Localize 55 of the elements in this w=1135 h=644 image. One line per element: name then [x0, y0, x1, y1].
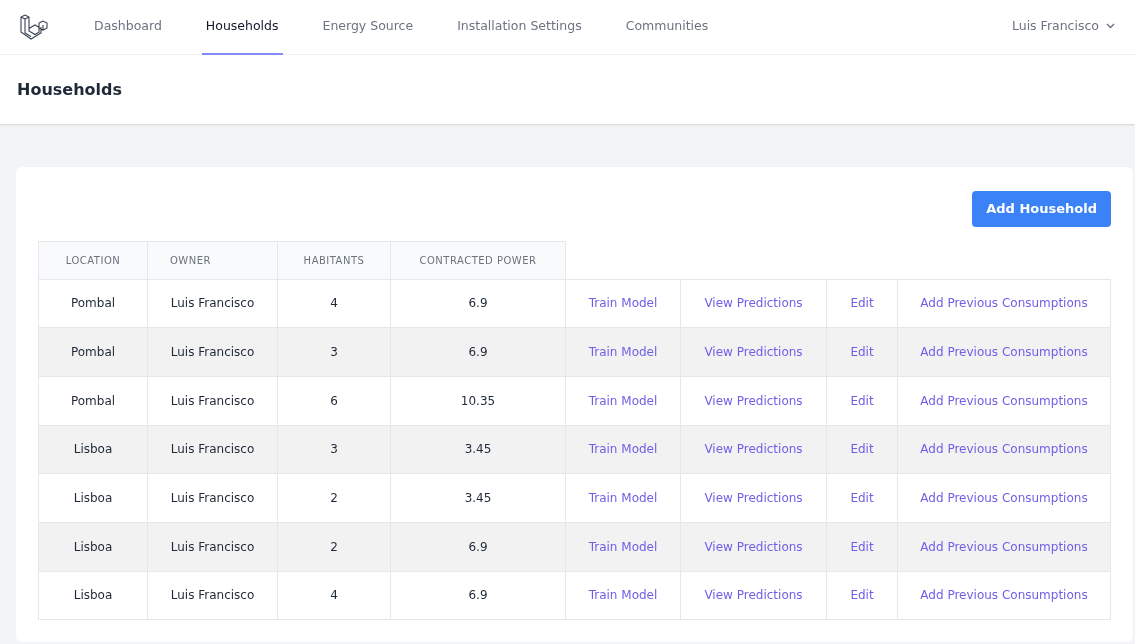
action-link[interactable]: Edit	[850, 296, 874, 311]
page-title: Households	[17, 79, 122, 100]
table-cell: Luis Francisco	[147, 279, 278, 328]
table-cell: Luis Francisco	[147, 473, 278, 523]
table-cell: 6.9	[390, 327, 566, 377]
column-header: HABITANTS	[277, 241, 391, 279]
action-link[interactable]: Edit	[850, 345, 874, 360]
nav-link[interactable]: Installation Settings	[453, 0, 586, 55]
table-cell: Luis Francisco	[147, 425, 278, 474]
table-cell: 3.45	[390, 425, 566, 474]
table-cell: Lisboa	[38, 425, 148, 474]
table-cell: 4	[277, 571, 391, 620]
table-cell: 2	[277, 473, 391, 523]
action-link[interactable]: Train Model	[588, 393, 658, 408]
table-cell: Pombal	[38, 376, 148, 426]
table-cell: 6.9	[390, 279, 566, 328]
action-link[interactable]: Edit	[850, 539, 874, 554]
action-link[interactable]: Train Model	[588, 296, 658, 311]
column-header: LOCATION	[38, 241, 148, 279]
column-header: CONTRACTED POWER	[390, 241, 566, 279]
nav-link[interactable]: Communities	[621, 0, 713, 55]
logo-icon[interactable]	[18, 12, 48, 42]
table-cell: 2	[277, 522, 391, 572]
table-cell: 3	[277, 327, 391, 377]
action-link[interactable]: Train Model	[588, 539, 658, 554]
action-link[interactable]: Edit	[850, 393, 874, 408]
action-link[interactable]: Train Model	[588, 491, 658, 506]
table-cell: Lisboa	[38, 473, 148, 523]
action-link[interactable]: Train Model	[588, 345, 658, 360]
action-link[interactable]: Edit	[850, 442, 874, 457]
table-cell: Pombal	[38, 327, 148, 377]
table-cell: 6.9	[390, 571, 566, 620]
table-cell: Pombal	[38, 279, 148, 328]
table-cell: 6.9	[390, 522, 566, 572]
action-link[interactable]: Train Model	[588, 442, 658, 457]
nav-link[interactable]: Energy Source	[318, 0, 418, 55]
table-cell: 6	[277, 376, 391, 426]
table-cell: 4	[277, 279, 391, 328]
action-link[interactable]: Edit	[850, 588, 874, 603]
table-cell: Luis Francisco	[147, 327, 278, 377]
table-cell: 3	[277, 425, 391, 474]
action-link[interactable]: Edit	[850, 491, 874, 506]
table-cell: Luis Francisco	[147, 522, 278, 572]
nav-link[interactable]: Dashboard	[90, 0, 166, 55]
table-cell: 3.45	[390, 473, 566, 523]
table-cell: Luis Francisco	[147, 571, 278, 620]
table-cell: Lisboa	[38, 522, 148, 572]
add-household-button[interactable]: Add Household	[972, 191, 1111, 227]
chevron-down-icon	[1106, 23, 1115, 29]
table-cell: Lisboa	[38, 571, 148, 620]
action-link[interactable]: Train Model	[588, 588, 658, 603]
table-cell: Luis Francisco	[147, 376, 278, 426]
user-menu[interactable]: Luis Francisco	[1008, 0, 1119, 55]
column-header: OWNER	[147, 241, 278, 279]
table-cell: 10.35	[390, 376, 566, 426]
